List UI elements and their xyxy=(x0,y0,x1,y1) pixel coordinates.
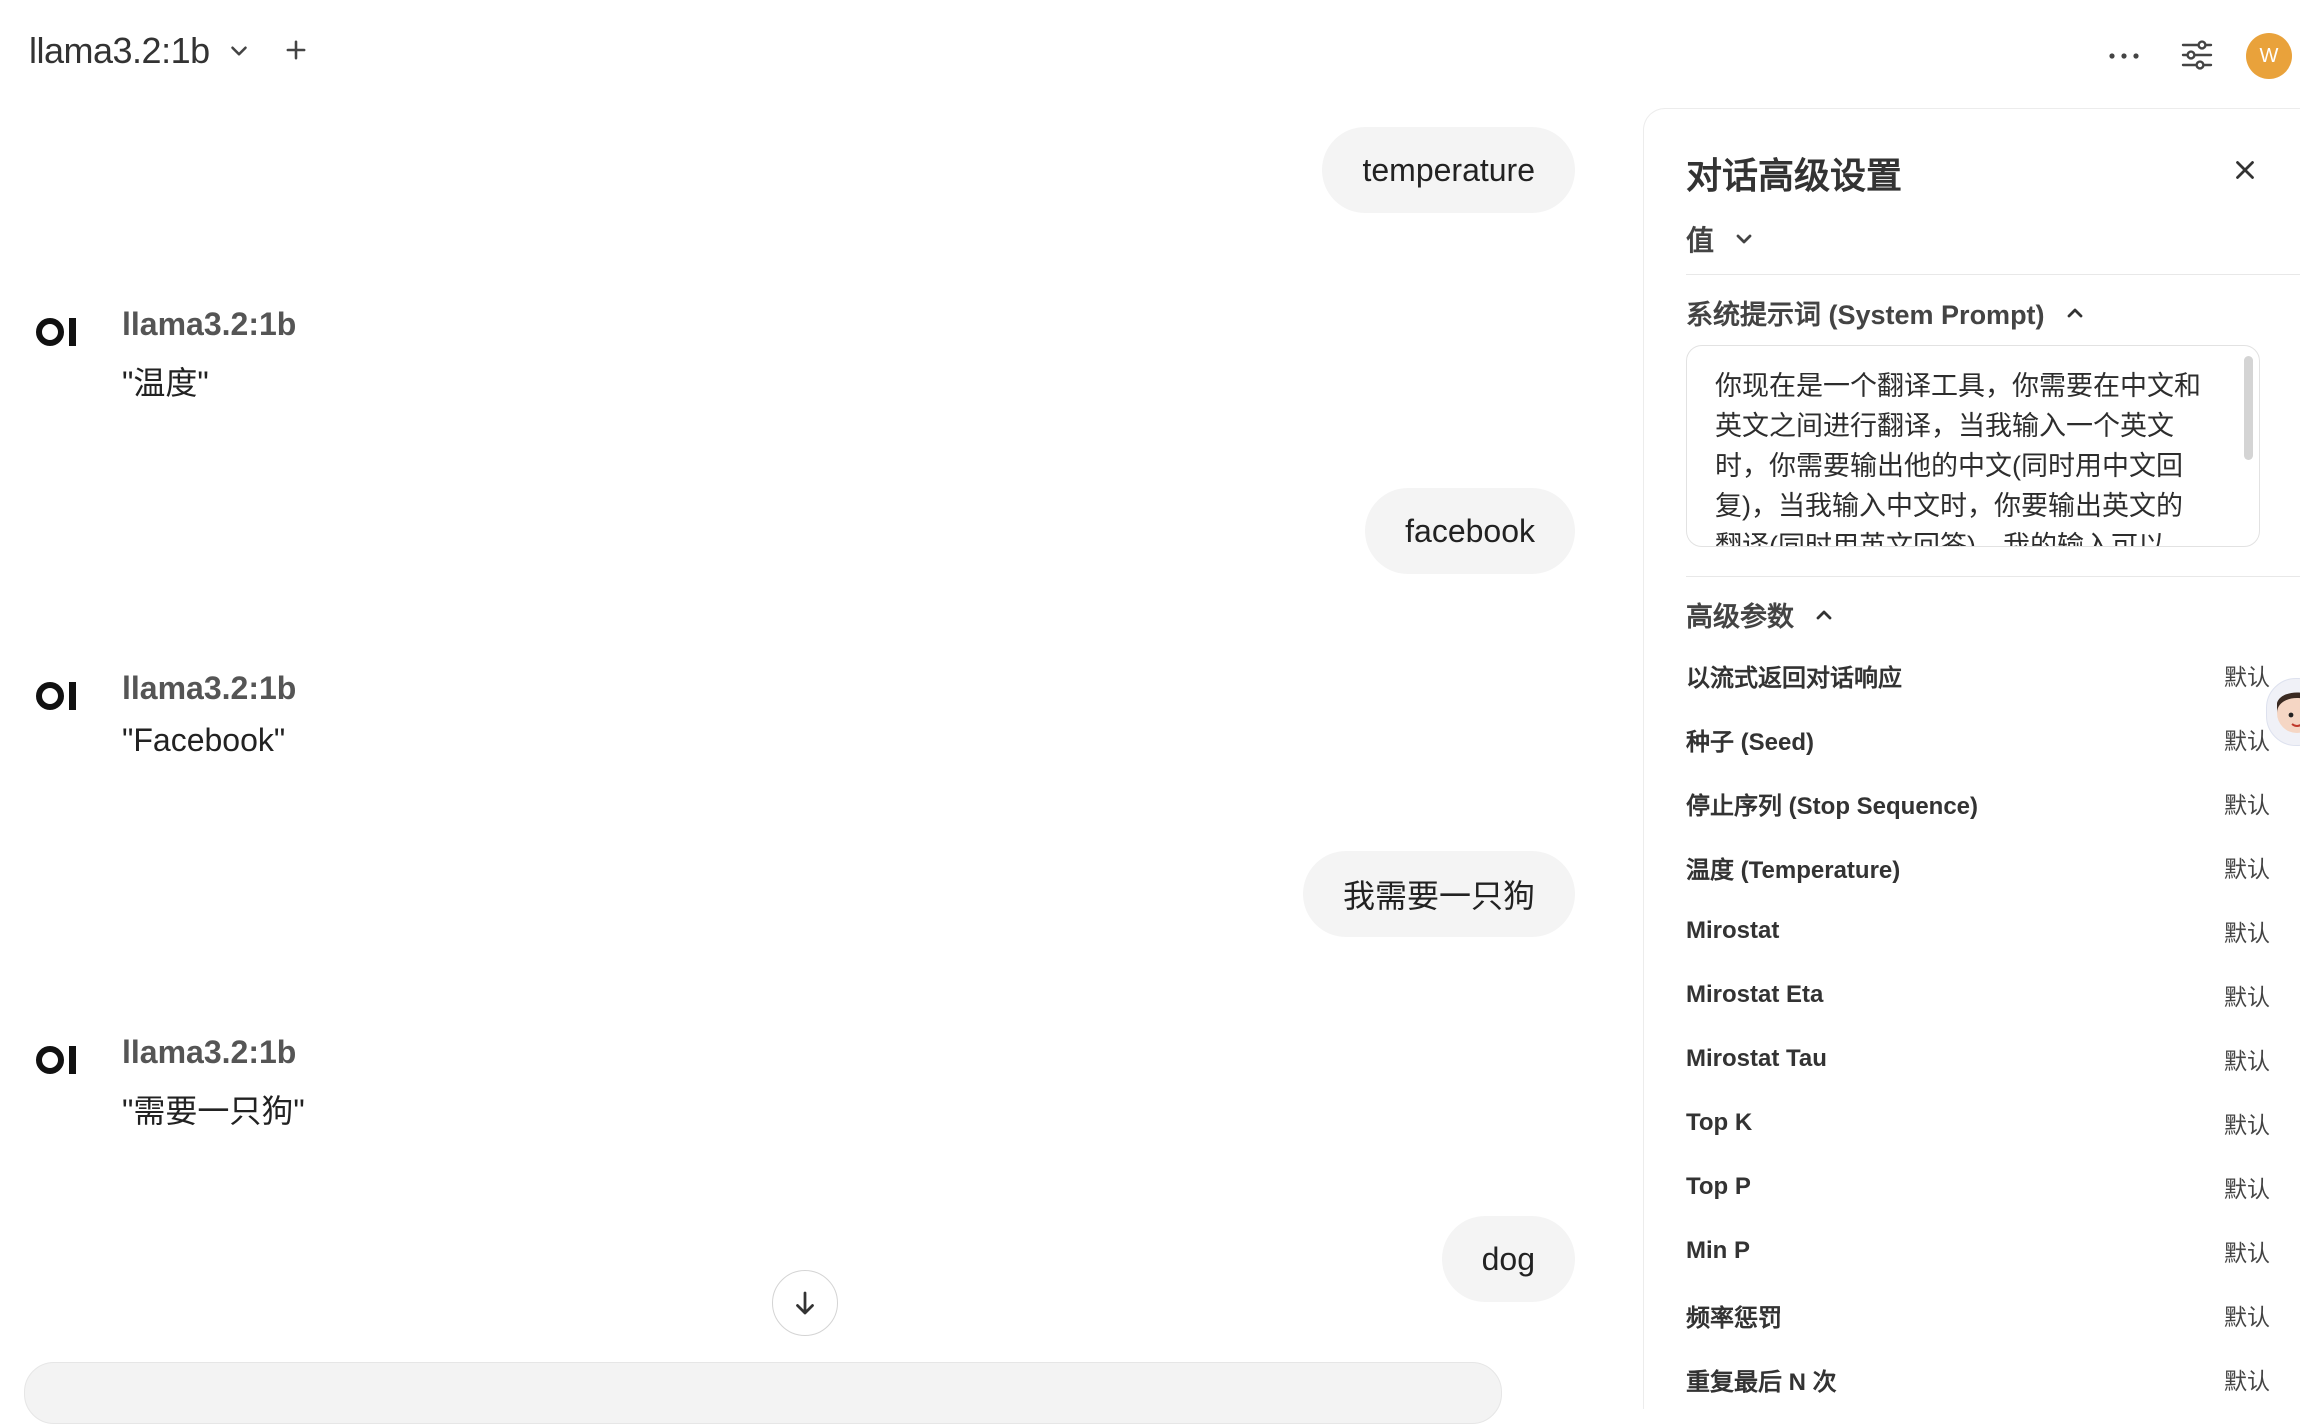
param-row-seed[interactable]: 种子 (Seed) 默认 xyxy=(1686,707,2286,771)
param-label: 种子 (Seed) xyxy=(1686,728,1815,756)
more-options-icon[interactable] xyxy=(2106,50,2142,62)
chevron-up-icon xyxy=(2067,308,2082,317)
model-name-label: llama3.2:1b xyxy=(122,670,297,706)
model-logo-icon xyxy=(36,682,76,710)
model-name: llama3.2:1b xyxy=(29,30,210,71)
param-row-top-k[interactable]: Top K 默认 xyxy=(1686,1091,2286,1155)
valves-label: 值 xyxy=(1686,225,1715,256)
message-text: 我需要一只狗 xyxy=(1342,878,1535,914)
chevron-down-icon xyxy=(1736,234,1752,244)
param-row-mirostat-eta[interactable]: Mirostat Eta 默认 xyxy=(1686,963,2286,1027)
param-label: 重复最后 N 次 xyxy=(1686,1368,1837,1396)
assistant-avatar-icon xyxy=(2277,692,2300,733)
param-value[interactable]: 默认 xyxy=(2224,1298,2270,1332)
scroll-to-bottom-button[interactable] xyxy=(772,1270,838,1336)
param-row-mirostat-tau[interactable]: Mirostat Tau 默认 xyxy=(1686,1027,2286,1091)
param-row-min-p[interactable]: Min P 默认 xyxy=(1686,1219,2286,1283)
param-value[interactable]: 默认 xyxy=(2224,1170,2270,1204)
user-message: 我需要一只狗 xyxy=(1302,851,1575,937)
textarea-scrollbar[interactable] xyxy=(2244,356,2253,460)
param-value[interactable]: 默认 xyxy=(2224,722,2270,756)
param-value[interactable]: 默认 xyxy=(2224,658,2270,692)
advanced-params-label: 高级参数 xyxy=(1686,602,1794,632)
system-prompt-toggle[interactable]: 系统提示词 (System Prompt) xyxy=(1686,293,2087,332)
system-prompt-textarea[interactable]: 你现在是一个翻译工具，你需要在中文和英文之间进行翻译，当我输入一个英文时，你需要… xyxy=(1686,345,2260,547)
model-selector[interactable]: llama3.2:1b xyxy=(29,30,252,72)
param-row-repeat-last-n[interactable]: 重复最后 N 次 默认 xyxy=(1686,1347,2286,1411)
param-value[interactable]: 默认 xyxy=(2224,1234,2270,1268)
param-label: Mirostat Tau xyxy=(1686,1045,1827,1072)
param-row-mirostat[interactable]: Mirostat 默认 xyxy=(1686,899,2286,963)
param-row-stream[interactable]: 以流式返回对话响应 默认 xyxy=(1686,643,2286,707)
param-value[interactable]: 默认 xyxy=(2224,850,2270,884)
param-value[interactable]: 默认 xyxy=(2224,978,2270,1012)
user-message: dog xyxy=(1441,1216,1575,1302)
model-logo-icon xyxy=(36,1046,76,1074)
chat-controls-icon[interactable] xyxy=(2180,38,2214,72)
param-value[interactable]: 默认 xyxy=(2224,786,2270,820)
param-row-temperature[interactable]: 温度 (Temperature) 默认 xyxy=(1686,835,2286,899)
avatar-initial: W xyxy=(2259,44,2279,67)
chevron-down-icon xyxy=(230,46,247,56)
user-avatar[interactable]: W xyxy=(2246,33,2292,79)
param-label: Min P xyxy=(1686,1237,1750,1264)
param-label: 停止序列 (Stop Sequence) xyxy=(1686,792,1979,820)
message-input[interactable] xyxy=(24,1362,1502,1424)
param-row-stop-sequence[interactable]: 停止序列 (Stop Sequence) 默认 xyxy=(1686,771,2286,835)
param-row-top-p[interactable]: Top P 默认 xyxy=(1686,1155,2286,1219)
param-label: 以流式返回对话响应 xyxy=(1686,664,1902,692)
message-text: "需要一只狗" xyxy=(122,1093,305,1129)
param-label: Top P xyxy=(1686,1173,1751,1200)
user-message: temperature xyxy=(1322,127,1575,213)
message-text: facebook xyxy=(1405,512,1535,549)
param-value[interactable]: 默认 xyxy=(2224,1362,2270,1396)
model-logo-icon xyxy=(36,318,76,346)
arrow-down-icon xyxy=(796,1291,814,1315)
message-text: dog xyxy=(1481,1240,1535,1277)
message-text: "温度" xyxy=(122,365,209,401)
chat-controls-panel: 对话高级设置 值 系统提示词 (System Prompt) 你现在是一个翻译工… xyxy=(1643,108,2300,1409)
top-bar: llama3.2:1b W xyxy=(0,0,2300,110)
divider xyxy=(1686,576,2300,577)
message-text: "Facebook" xyxy=(122,722,286,758)
param-label: Mirostat xyxy=(1686,917,1780,944)
new-chat-plus-icon[interactable] xyxy=(282,36,310,64)
param-label: Top K xyxy=(1686,1109,1753,1136)
param-label: 频率惩罚 xyxy=(1686,1304,1782,1332)
param-label: 温度 (Temperature) xyxy=(1686,856,1901,884)
system-prompt-label: 系统提示词 (System Prompt) xyxy=(1686,300,2045,330)
chat-area: temperature llama3.2:1b "温度" facebook ll… xyxy=(0,110,1640,1382)
divider xyxy=(1686,274,2300,275)
valves-dropdown[interactable]: 值 xyxy=(1686,219,1756,259)
advanced-params-list: 以流式返回对话响应 默认 种子 (Seed) 默认 停止序列 (Stop Seque… xyxy=(1686,643,2286,1411)
system-prompt-text: 你现在是一个翻译工具，你需要在中文和英文之间进行翻译，当我输入一个英文时，你需要… xyxy=(1715,371,2201,547)
advanced-params-toggle[interactable]: 高级参数 xyxy=(1686,595,1836,634)
param-value[interactable]: 默认 xyxy=(2224,914,2270,948)
close-icon[interactable] xyxy=(2230,155,2260,185)
param-label: Mirostat Eta xyxy=(1686,981,1824,1008)
user-message: facebook xyxy=(1365,488,1575,574)
message-text: temperature xyxy=(1362,151,1535,188)
panel-title: 对话高级设置 xyxy=(1686,155,1903,196)
param-value[interactable]: 默认 xyxy=(2224,1106,2270,1140)
param-value[interactable]: 默认 xyxy=(2224,1042,2270,1076)
chevron-up-icon xyxy=(1816,610,1832,619)
model-name-label: llama3.2:1b xyxy=(122,1034,297,1070)
param-row-frequency-penalty[interactable]: 频率惩罚 默认 xyxy=(1686,1283,2286,1347)
model-name-label: llama3.2:1b xyxy=(122,306,297,342)
